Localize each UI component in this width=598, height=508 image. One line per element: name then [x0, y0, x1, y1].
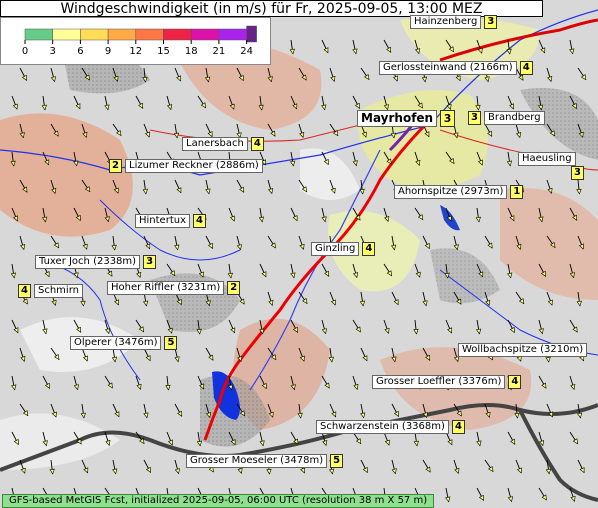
- forecast-info: GFS-based MetGIS Fcst, initialized 2025-…: [2, 494, 435, 508]
- wind-value: 2: [227, 281, 241, 295]
- legend-swatch: [190, 28, 220, 41]
- legend-tick-label: 15: [157, 46, 170, 57]
- legend-tick-label: 18: [185, 46, 198, 57]
- wind-value: 4: [193, 214, 206, 228]
- legend-tick-label: 6: [77, 46, 83, 57]
- place-haeusling-value: 3: [571, 166, 584, 180]
- place-hoher-riffler: Hoher Riffler (3231m) 2: [107, 281, 241, 295]
- wind-value: 4: [508, 375, 522, 389]
- place-lanersbach: Lanersbach 4: [182, 137, 264, 151]
- wind-value: 3: [468, 111, 481, 125]
- place-gerlossteinwand: Gerlossteinwand (2166m) 4: [379, 61, 533, 75]
- legend-tick-label: 0: [22, 46, 28, 57]
- legend-tick-label: 3: [50, 46, 56, 57]
- place-name: Mayrhofen: [357, 110, 438, 127]
- wind-value: 3: [440, 110, 456, 127]
- place-name: Gerlossteinwand (2166m): [379, 61, 517, 75]
- legend-swatch: [218, 28, 247, 41]
- legend-tick-label: 9: [105, 46, 111, 57]
- place-haeusling: Haeusling: [518, 152, 576, 166]
- legend-swatch: [107, 28, 137, 41]
- wind-map: Windgeschwindigkeit (in m/s) für Fr, 202…: [0, 0, 598, 508]
- wind-value: 4: [18, 284, 31, 298]
- place-hainzenberg: Hainzenberg 3: [410, 15, 498, 29]
- wind-value: 3: [143, 255, 157, 269]
- place-name: Schmirn: [34, 284, 83, 298]
- legend-swatch: [163, 28, 192, 41]
- legend-swatch: [24, 28, 53, 41]
- place-name: Lanersbach: [182, 137, 248, 151]
- place-lizumer-reckner: 2 Lizumer Reckner (2886m): [109, 159, 263, 173]
- place-ahornspitze: Ahornspitze (2973m) 1: [394, 185, 524, 199]
- place-name: Brandberg: [484, 111, 545, 125]
- place-ginzling: Ginzling 4: [311, 242, 376, 256]
- place-tuxer-joch: Tuxer Joch (2338m) 3: [35, 255, 157, 269]
- legend-tick-label: 21: [213, 46, 226, 57]
- legend-tick-label: 24: [240, 46, 253, 57]
- place-name: Hainzenberg: [410, 15, 482, 29]
- place-name: Olperer (3476m): [70, 336, 162, 350]
- wind-value: 4: [362, 242, 376, 256]
- place-name: Ahornspitze (2973m): [394, 185, 508, 199]
- place-wollbachspitze: Wollbachspitze (3210m): [458, 343, 588, 357]
- place-grosser-loeffler: Grosser Loeffler (3376m) 4: [372, 375, 522, 389]
- place-name: Grosser Moeseler (3478m): [186, 454, 328, 468]
- place-hintertux: Hintertux 4: [135, 214, 206, 228]
- wind-value: 3: [571, 166, 584, 180]
- terrain-layer: [0, 0, 598, 508]
- wind-value: 3: [484, 15, 498, 29]
- legend-scale: 0 3 6 9 12 15 18 21 24: [22, 25, 257, 57]
- place-name: Wollbachspitze (3210m): [458, 343, 588, 357]
- legend-swatch: [135, 28, 164, 41]
- place-schmirn: 4 Schmirn: [18, 284, 83, 298]
- place-mayrhofen: Mayrhofen 3: [357, 110, 456, 127]
- legend-swatch: [52, 28, 81, 41]
- place-name: Hoher Riffler (3231m): [107, 281, 225, 295]
- place-name: Ginzling: [311, 242, 360, 256]
- wind-value: 5: [330, 454, 344, 468]
- wind-legend: 0 3 6 9 12 15 18 21 24: [0, 17, 271, 65]
- legend-swatch: [80, 28, 109, 41]
- place-grosser-moeseler: Grosser Moeseler (3478m) 5: [186, 454, 344, 468]
- place-name: Tuxer Joch (2338m): [35, 255, 141, 269]
- place-olperer: Olperer (3476m) 5: [70, 336, 178, 350]
- place-schwarzenstein: Schwarzenstein (3368m) 4: [316, 420, 465, 434]
- wind-value: 4: [250, 137, 264, 151]
- legend-swatch: [246, 25, 257, 43]
- place-name: Schwarzenstein (3368m): [316, 420, 449, 434]
- wind-value: 1: [510, 185, 524, 199]
- place-name: Grosser Loeffler (3376m): [372, 375, 506, 389]
- wind-value: 2: [109, 159, 122, 173]
- legend-tick-label: 12: [129, 46, 142, 57]
- place-name: Hintertux: [135, 214, 190, 228]
- place-brandberg: 3 Brandberg: [468, 111, 545, 125]
- wind-value: 4: [451, 420, 465, 434]
- place-name: Haeusling: [518, 152, 576, 166]
- place-name: Lizumer Reckner (2886m): [125, 159, 263, 173]
- wind-value: 5: [164, 336, 178, 350]
- wind-value: 4: [519, 61, 533, 75]
